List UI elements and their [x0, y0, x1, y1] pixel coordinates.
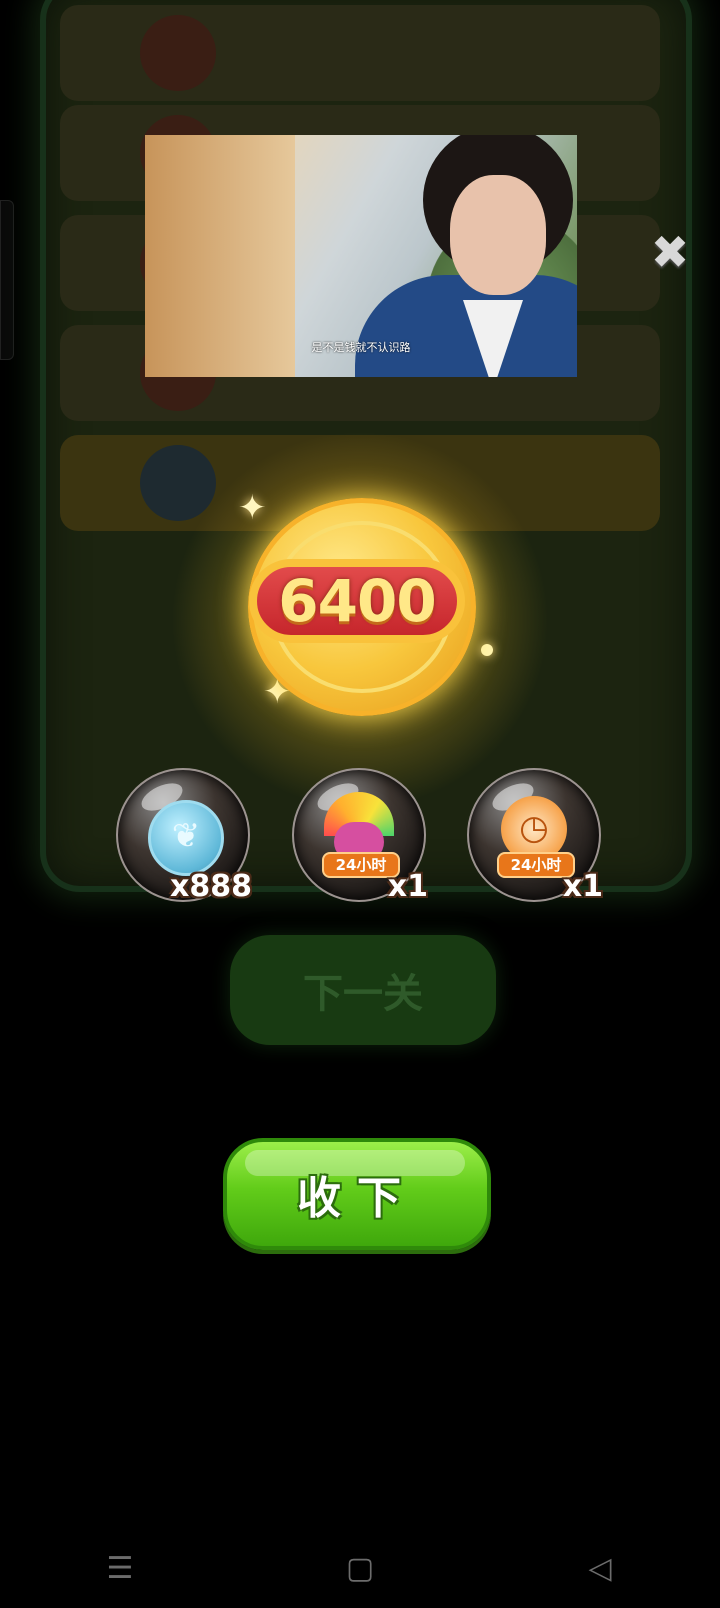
- reward-count: x1: [562, 869, 603, 904]
- reward-count: x1: [387, 869, 428, 904]
- reward-item: ❦ x888: [116, 768, 252, 904]
- sparkle-dot: [481, 644, 493, 656]
- video-subtitle: 是不是钱就不认识路: [311, 341, 411, 354]
- collect-button[interactable]: 收下: [223, 1138, 491, 1250]
- collect-button-label: 收下: [297, 1173, 417, 1224]
- score-value: 6400: [278, 567, 436, 635]
- score-plaque: 6400: [249, 559, 465, 643]
- score-medal: 6400: [248, 498, 476, 716]
- side-panel-handle[interactable]: [0, 200, 14, 360]
- background-next-level-button: 下一关: [230, 935, 496, 1045]
- reward-count: x888: [170, 869, 252, 904]
- reward-item: 24小时 x1: [292, 768, 428, 904]
- menu-icon[interactable]: ☰: [90, 1551, 150, 1586]
- back-icon[interactable]: ◁: [570, 1551, 630, 1586]
- video-ad[interactable]: 是不是钱就不认识路: [145, 135, 577, 377]
- sparkle-icon: ✦: [238, 488, 267, 528]
- leaf-coin-icon: ❦: [148, 800, 224, 876]
- close-icon[interactable]: ✖: [650, 229, 690, 275]
- home-icon[interactable]: ▢: [330, 1551, 390, 1586]
- system-navigation-bar: ☰ ▢ ◁: [0, 1528, 720, 1608]
- background-row: [60, 5, 660, 101]
- reward-item: ◷ 24小时 x1: [467, 768, 603, 904]
